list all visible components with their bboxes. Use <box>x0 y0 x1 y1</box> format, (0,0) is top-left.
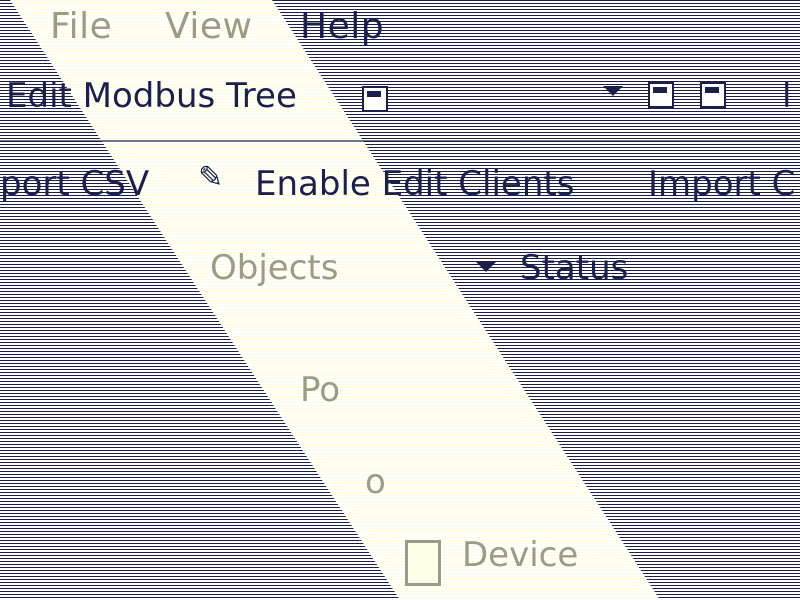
sort-chevron-icon[interactable] <box>476 262 496 272</box>
import-button[interactable]: Import C <box>648 164 795 204</box>
checkbox-icon[interactable] <box>405 540 441 586</box>
toolbar-separator <box>0 140 800 142</box>
menu-file[interactable]: File <box>50 6 112 47</box>
tree-item-o[interactable]: o <box>365 462 386 502</box>
menu-view[interactable]: View <box>165 6 252 47</box>
objects-column-header[interactable]: Objects <box>210 248 338 288</box>
overflow-icon[interactable]: l <box>782 76 791 116</box>
edit-modbus-tree-button[interactable]: Edit Modbus Tree <box>6 76 297 116</box>
paste-icon[interactable] <box>700 82 726 108</box>
menu-help[interactable]: Help <box>300 6 384 47</box>
copy-icon[interactable] <box>648 82 674 108</box>
tree-icon <box>362 86 388 112</box>
tree-item-po[interactable]: Po <box>300 370 340 410</box>
chevron-down-icon[interactable] <box>603 86 623 96</box>
import-csv-button[interactable]: port CSV <box>0 164 149 204</box>
status-column-header[interactable]: Status <box>520 248 628 288</box>
tree-item-device[interactable]: Device <box>462 535 578 575</box>
enable-edit-clients-button[interactable]: Enable Edit Clients <box>255 164 574 204</box>
cursor-icon: ✎ <box>198 160 224 195</box>
